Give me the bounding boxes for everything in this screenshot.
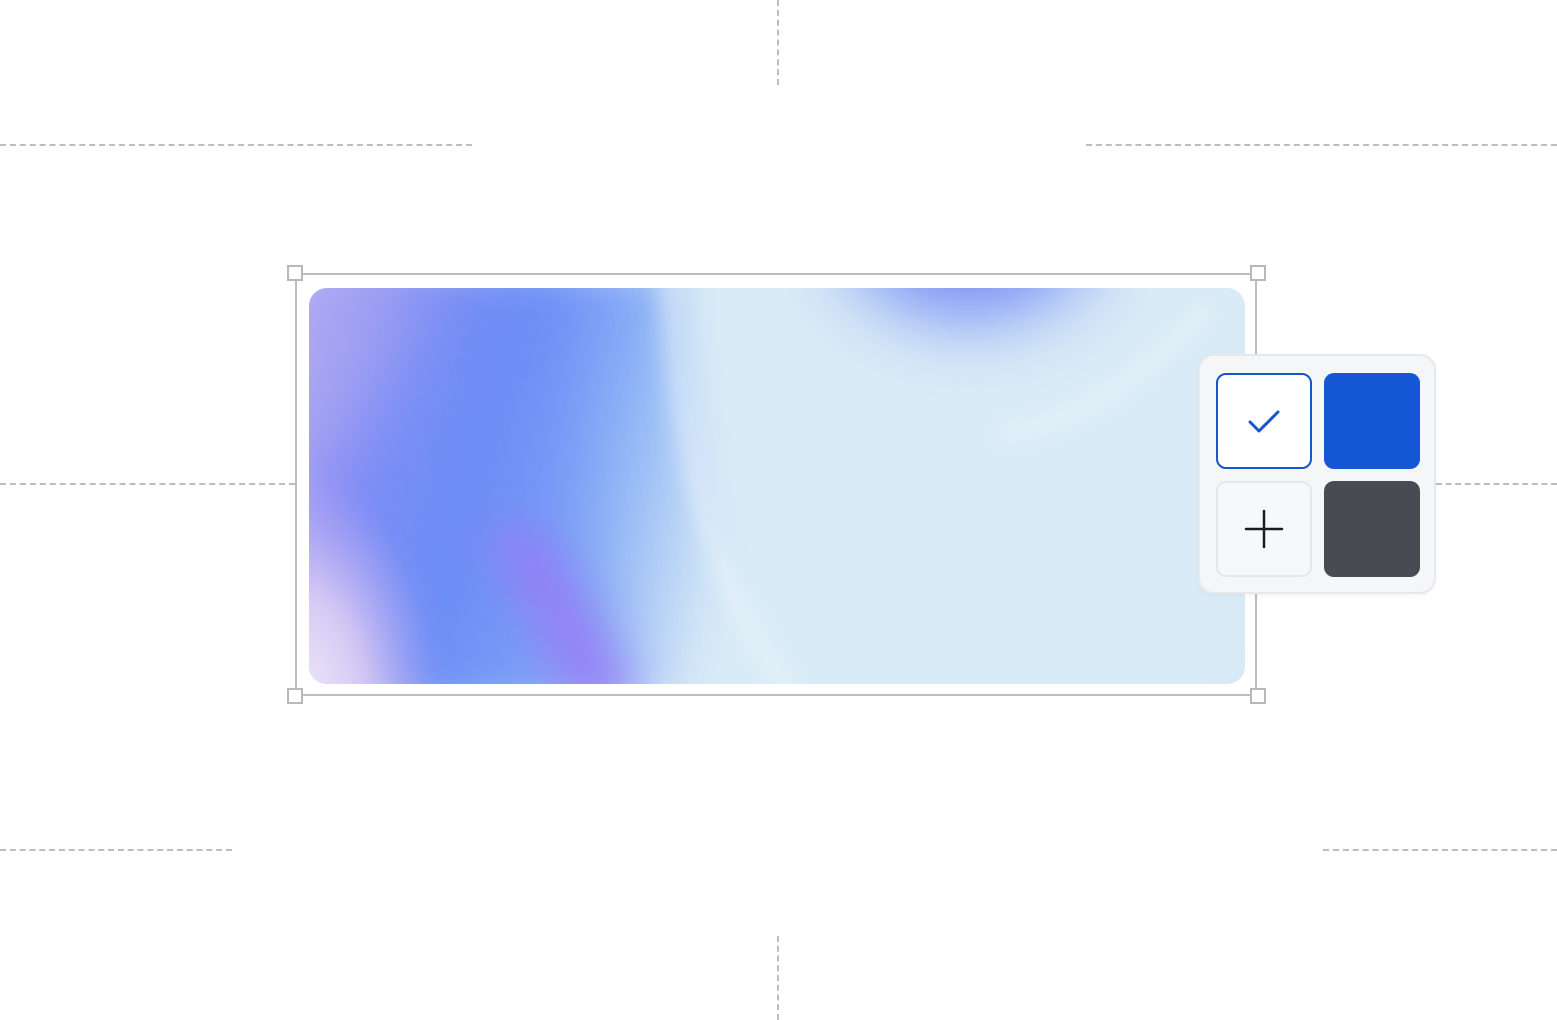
resize-handle-bottom-right[interactable] [1250, 688, 1266, 704]
guide-vertical-bottom [777, 936, 779, 1020]
guide-horizontal-top-right [1086, 144, 1557, 146]
swatch-blue[interactable] [1324, 373, 1420, 469]
design-canvas[interactable] [0, 0, 1557, 1020]
guide-horizontal-middle-right [1436, 483, 1557, 485]
gradient-image[interactable] [309, 288, 1245, 684]
swatch-white[interactable] [1216, 373, 1312, 469]
check-icon [1248, 410, 1280, 433]
guide-horizontal-bottom-left [0, 849, 232, 851]
resize-handle-bottom-left[interactable] [287, 688, 303, 704]
resize-handle-top-left[interactable] [287, 265, 303, 281]
guide-vertical-top [777, 0, 779, 85]
color-picker-popover [1198, 354, 1436, 594]
resize-handle-top-right[interactable] [1250, 265, 1266, 281]
gradient-artwork [309, 288, 1245, 684]
plus-icon [1244, 509, 1284, 549]
guide-horizontal-bottom-right [1323, 849, 1557, 851]
guide-horizontal-top-left [0, 144, 472, 146]
add-color-button[interactable] [1216, 481, 1312, 577]
guide-horizontal-middle-left [0, 483, 295, 485]
swatch-dark-gray[interactable] [1324, 481, 1420, 577]
